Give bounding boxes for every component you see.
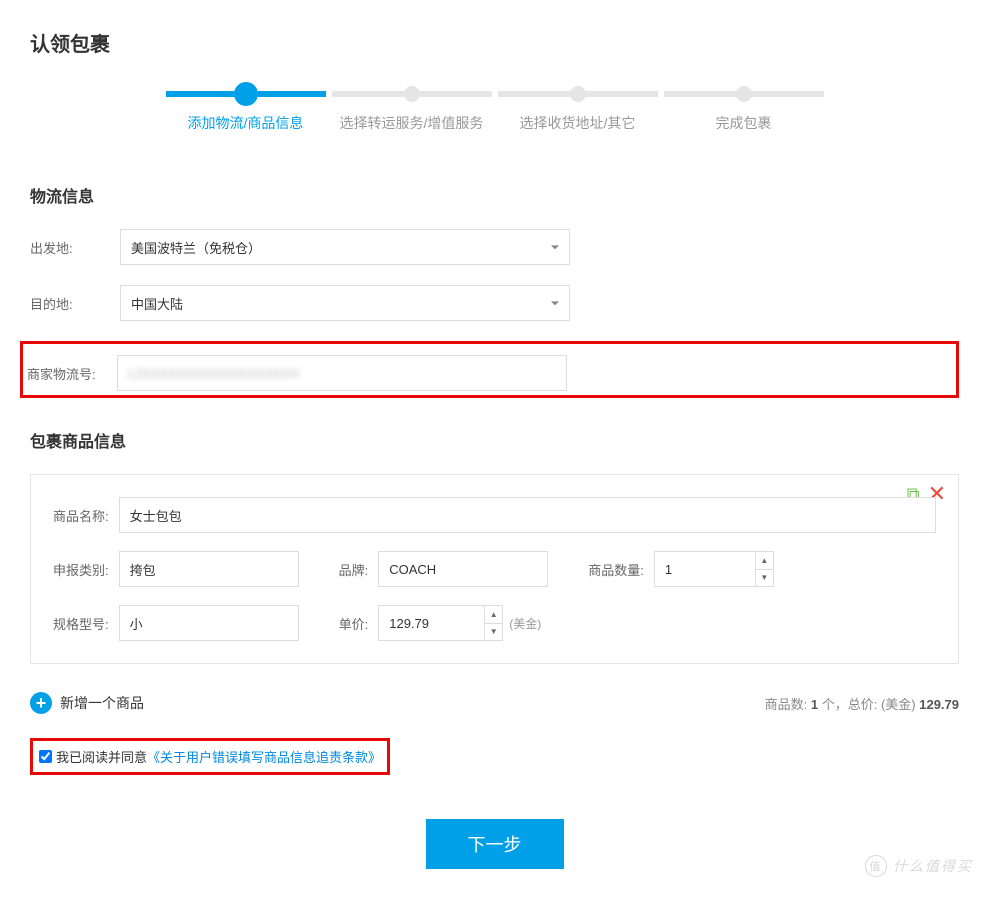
logistics-title: 物流信息 [30,183,959,207]
origin-select[interactable]: 美国波特兰（免税仓） [120,229,570,265]
quantity-stepper[interactable]: 1 ▲ ▼ [654,551,774,587]
spec-label: 规格型号: [53,614,109,633]
category-value: 挎包 [130,560,156,579]
spec-input[interactable]: 小 [119,605,299,641]
step-3-label: 选择收货地址/其它 [498,113,658,133]
tracking-highlight: 商家物流号: LZXXXXXXXXXXXXXXXXXX [20,341,959,398]
currency-hint: (美金) [509,615,541,632]
step-2: 选择转运服务/增值服务 [332,91,492,133]
brand-value: COACH [389,562,436,577]
next-button[interactable]: 下一步 [426,819,564,869]
product-name-value: 女士包包 [130,506,182,525]
page-title: 认领包裹 [30,28,959,57]
step-1: 添加物流/商品信息 [166,91,326,133]
brand-label: 品牌: [339,560,369,579]
tracking-label: 商家物流号: [27,364,117,383]
price-up-icon[interactable]: ▲ [485,606,502,624]
agreement-highlight: 我已阅读并同意 《关于用户错误填写商品信息追责条款》 [30,738,390,775]
destination-value: 中国大陆 [131,294,183,313]
origin-value: 美国波特兰（免税仓） [131,238,261,257]
add-product-label: 新增一个商品 [60,693,144,713]
price-label: 单价: [339,614,369,633]
watermark: 值 什么值得买 [865,855,973,877]
stepper: 添加物流/商品信息 选择转运服务/增值服务 选择收货地址/其它 完成包裹 [30,91,959,133]
brand-input[interactable]: COACH [378,551,548,587]
product-name-label: 商品名称: [53,506,109,525]
agreement-link[interactable]: 《关于用户错误填写商品信息追责条款》 [147,747,381,766]
price-stepper[interactable]: 129.79 ▲ ▼ [378,605,503,641]
category-label: 申报类别: [53,560,109,579]
quantity-value: 1 [665,562,672,577]
quantity-label: 商品数量: [588,560,644,579]
chevron-down-icon [551,301,559,305]
quantity-up-icon[interactable]: ▲ [756,552,773,570]
plus-icon: + [30,692,52,714]
summary-text: 商品数: 1 个，总价: (美金) 129.79 [765,694,959,713]
agreement-prefix: 我已阅读并同意 [56,747,147,766]
agreement-checkbox[interactable] [39,750,52,763]
tracking-value: LZXXXXXXXXXXXXXXXXXX [128,366,299,381]
category-select[interactable]: 挎包 [119,551,299,587]
step-3: 选择收货地址/其它 [498,91,658,133]
step-4-label: 完成包裹 [664,113,824,133]
tracking-input[interactable]: LZXXXXXXXXXXXXXXXXXX [117,355,567,391]
step-1-label: 添加物流/商品信息 [166,113,326,133]
product-section-title: 包裹商品信息 [30,428,959,452]
destination-label: 目的地: [30,294,120,313]
product-name-input[interactable]: 女士包包 [119,497,936,533]
quantity-down-icon[interactable]: ▼ [756,570,773,587]
chevron-down-icon [551,245,559,249]
spec-value: 小 [130,614,143,633]
step-2-label: 选择转运服务/增值服务 [332,113,492,133]
watermark-text: 什么值得买 [893,856,973,876]
destination-select[interactable]: 中国大陆 [120,285,570,321]
price-value: 129.79 [389,616,429,631]
add-product-button[interactable]: + 新增一个商品 [30,692,144,714]
product-card: ⧉ ✕ 商品名称: 女士包包 申报类别: 挎包 品牌: COACH [30,474,959,664]
step-4: 完成包裹 [664,91,824,133]
watermark-icon: 值 [865,855,887,877]
price-down-icon[interactable]: ▼ [485,624,502,641]
origin-label: 出发地: [30,238,120,257]
